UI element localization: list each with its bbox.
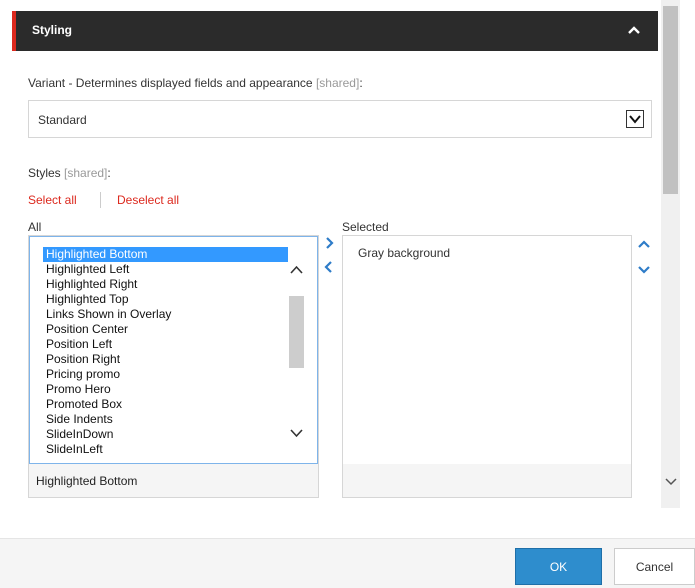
section-title: Styling [32, 23, 73, 37]
list-item[interactable]: Highlighted Top [43, 292, 288, 307]
variant-label-text: Variant - Determines displayed fields an… [28, 76, 313, 90]
move-down-icon[interactable] [637, 262, 651, 276]
move-left-icon[interactable] [321, 260, 335, 274]
variant-label-colon: : [359, 76, 363, 90]
chevron-up-icon[interactable] [289, 263, 304, 277]
deselect-all-link[interactable]: Deselect all [117, 193, 179, 207]
page-scrollbar[interactable] [661, 0, 680, 508]
variant-select[interactable]: Standard [28, 100, 652, 138]
action-separator [100, 192, 101, 208]
all-styles-items: Highlighted Bottom Highlighted Left High… [43, 247, 288, 457]
variant-select-value: Standard [38, 113, 87, 127]
styling-dialog: Styling Variant - Determines displayed f… [0, 0, 695, 588]
styles-label-colon: : [107, 166, 111, 180]
styles-shared-tag: [shared] [64, 166, 108, 180]
styles-label: Styles [shared]: [28, 166, 111, 180]
page-scrollbar-thumb[interactable] [663, 6, 678, 194]
all-styles-listbox[interactable]: Highlighted Bottom Highlighted Left High… [29, 236, 318, 464]
all-list-label: All [28, 220, 42, 234]
list-item[interactable]: Promo Hero [43, 382, 288, 397]
variant-label: Variant - Determines displayed fields an… [28, 76, 363, 90]
section-accent-bar [12, 11, 16, 51]
list-item[interactable]: Highlighted Bottom [43, 247, 288, 262]
move-up-icon[interactable] [637, 238, 651, 252]
list-item[interactable]: Highlighted Right [43, 277, 288, 292]
list-item[interactable]: Position Right [43, 352, 288, 367]
selected-list-label: Selected [342, 220, 389, 234]
list-item[interactable]: Position Left [43, 337, 288, 352]
ok-button[interactable]: OK [515, 548, 602, 585]
list-item[interactable]: Gray background [358, 246, 450, 260]
select-all-link[interactable]: Select all [28, 193, 77, 207]
chevron-down-icon[interactable] [289, 426, 304, 440]
all-list-scrollbar-thumb[interactable] [289, 296, 304, 368]
list-item[interactable]: Promoted Box [43, 397, 288, 412]
variant-shared-tag: [shared] [315, 76, 360, 90]
chevron-up-icon[interactable] [626, 22, 642, 38]
list-item[interactable]: Pricing promo [43, 367, 288, 382]
list-item[interactable]: SlideInLeft [43, 442, 288, 457]
dropdown-arrow-icon[interactable] [626, 110, 644, 128]
list-item[interactable]: SlideInDown [43, 427, 288, 442]
selected-styles-panel: Gray background [342, 235, 632, 498]
section-header-styling[interactable]: Styling [12, 11, 658, 51]
all-list-scrollbar[interactable] [288, 263, 305, 453]
list-item[interactable]: Links Shown in Overlay [43, 307, 288, 322]
styles-label-text: Styles [28, 166, 61, 180]
list-item[interactable]: Side Indents [43, 412, 288, 427]
list-item[interactable]: Highlighted Left [43, 262, 288, 277]
all-styles-panel: Highlighted Bottom Highlighted Left High… [28, 235, 319, 498]
list-item[interactable]: Position Center [43, 322, 288, 337]
all-list-current-value: Highlighted Bottom [36, 474, 138, 488]
selected-styles-listbox[interactable]: Gray background [343, 236, 631, 464]
chevron-down-icon[interactable] [664, 474, 678, 488]
cancel-button[interactable]: Cancel [614, 548, 695, 585]
move-right-icon[interactable] [323, 236, 337, 250]
